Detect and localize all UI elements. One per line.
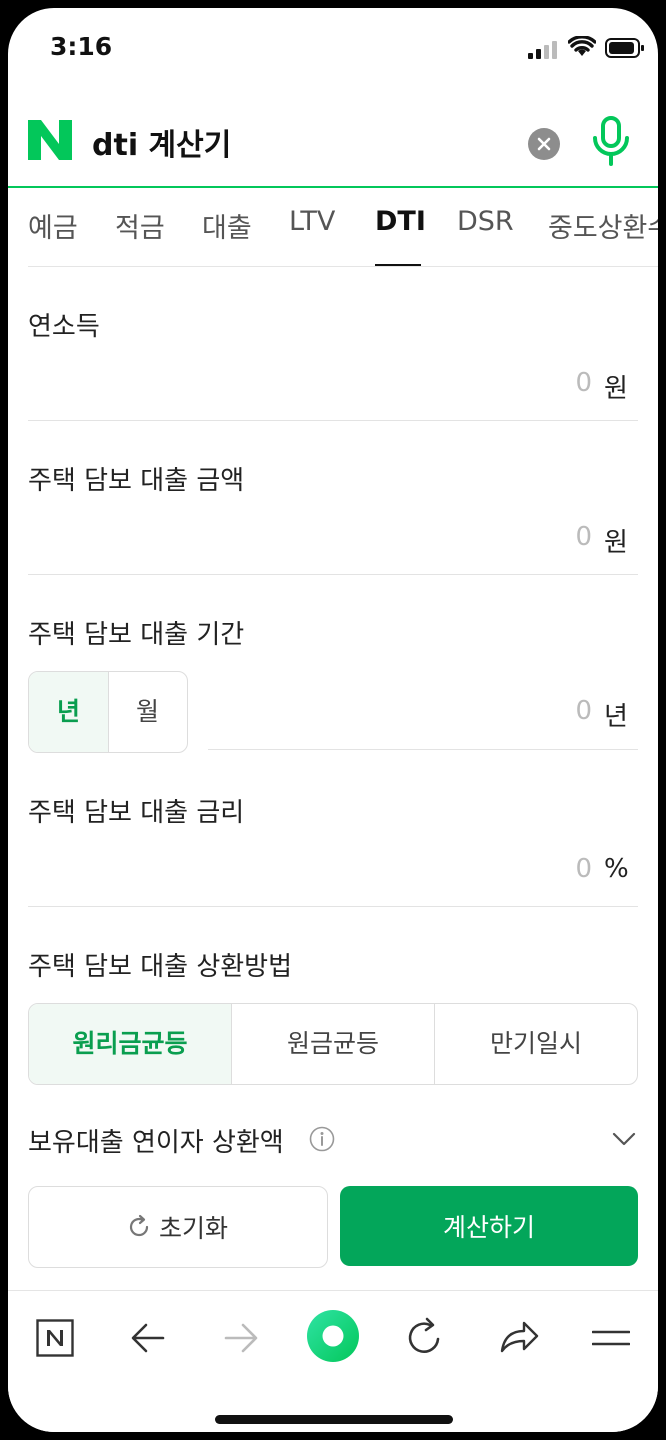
battery-icon <box>605 38 644 58</box>
browser-bottom-bar <box>8 1290 658 1432</box>
forward-arrow-icon[interactable] <box>223 1322 259 1354</box>
loan-amount-input[interactable]: 0 <box>548 522 592 552</box>
annual-income-unit: 원 <box>604 374 628 404</box>
tab-savings[interactable]: 적금 <box>115 206 165 245</box>
annual-income-label: 연소득 <box>28 312 100 342</box>
naver-home-icon[interactable] <box>36 1319 74 1357</box>
period-year-option[interactable]: 년 <box>29 672 109 752</box>
existing-loan-interest-label[interactable]: 보유대출 연이자 상환액 <box>28 1122 284 1159</box>
interest-rate-input[interactable]: 0 <box>548 854 592 884</box>
back-arrow-icon[interactable] <box>130 1322 166 1354</box>
repayment-method-label: 주택 담보 대출 상환방법 <box>28 952 292 982</box>
clear-search-button[interactable] <box>528 128 560 160</box>
wifi-icon <box>568 36 596 56</box>
period-month-option[interactable]: 월 <box>108 672 187 752</box>
repayment-equal-principal-interest[interactable]: 원리금균등 <box>29 1004 231 1084</box>
search-header: dti 계산기 <box>8 96 658 188</box>
calculator-tabs: 예금 적금 대출 LTV DTI DSR 중도상환수 <box>28 188 658 267</box>
tab-dti[interactable]: DTI <box>375 206 426 237</box>
status-time: 3:16 <box>50 32 113 61</box>
repayment-equal-principal[interactable]: 원금균등 <box>232 1004 434 1084</box>
clear-icon <box>537 137 551 151</box>
interest-rate-label: 주택 담보 대출 금리 <box>28 798 245 828</box>
calculate-button-label: 계산하기 <box>442 1213 535 1242</box>
tab-deposit[interactable]: 예금 <box>28 206 78 245</box>
loan-amount-label: 주택 담보 대출 금액 <box>28 466 245 496</box>
status-bar: 3:16 <box>8 8 658 88</box>
divider <box>28 574 638 575</box>
period-input-underline <box>208 749 638 750</box>
divider <box>28 420 638 421</box>
repayment-bullet[interactable]: 만기일시 <box>435 1004 637 1084</box>
tab-dsr[interactable]: DSR <box>457 206 514 237</box>
loan-amount-unit: 원 <box>604 528 628 558</box>
period-unit-toggle: 년 월 <box>28 671 188 753</box>
loan-period-unit: 년 <box>604 702 628 732</box>
search-query[interactable]: dti 계산기 <box>92 120 231 164</box>
loan-period-label: 주택 담보 대출 기간 <box>28 620 245 650</box>
share-icon[interactable] <box>498 1319 540 1355</box>
tab-loan[interactable]: 대출 <box>202 206 252 245</box>
naver-logo[interactable] <box>28 120 72 160</box>
interest-rate-unit: % <box>604 854 629 884</box>
tab-prepayment[interactable]: 중도상환수 <box>548 206 658 245</box>
divider <box>28 906 638 907</box>
reset-button-label: 초기화 <box>159 1214 229 1243</box>
signal-icon <box>528 41 557 59</box>
mic-icon[interactable] <box>592 116 630 168</box>
info-icon[interactable] <box>309 1126 335 1152</box>
annual-income-input[interactable]: 0 <box>548 368 592 398</box>
reset-button[interactable]: 초기화 <box>28 1186 328 1268</box>
green-dot-icon[interactable] <box>306 1309 360 1363</box>
home-indicator <box>215 1415 453 1424</box>
reload-icon[interactable] <box>406 1317 444 1357</box>
loan-period-input[interactable]: 0 <box>548 696 592 726</box>
chevron-down-icon[interactable] <box>612 1132 636 1146</box>
active-tab-indicator <box>375 264 421 266</box>
phone-screen: 3:16 dti 계산기 예금 적금 대출 LTV DTI DSR 중도상환 연… <box>8 8 658 1432</box>
repayment-method-toggle: 원리금균등 원금균등 만기일시 <box>28 1003 638 1085</box>
menu-icon[interactable] <box>592 1329 630 1347</box>
refresh-icon <box>129 1214 149 1237</box>
tab-ltv[interactable]: LTV <box>289 206 335 237</box>
calculate-button[interactable]: 계산하기 <box>340 1186 638 1266</box>
